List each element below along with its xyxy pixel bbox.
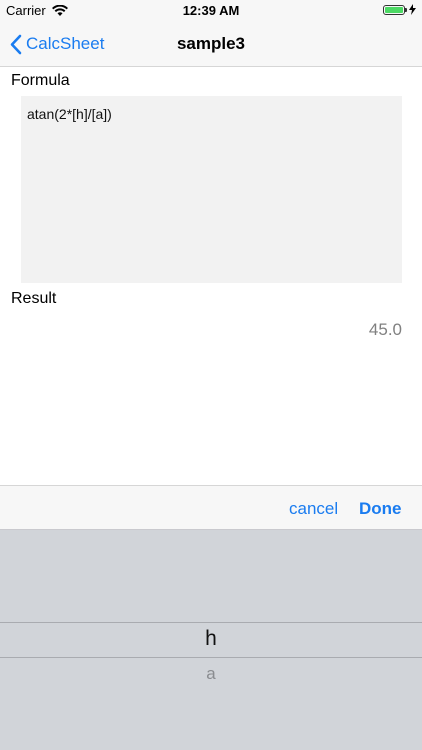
picker-toolbar: cancel Done bbox=[0, 485, 422, 530]
formula-text: atan(2*[h]/[a]) bbox=[27, 106, 112, 122]
battery-tip bbox=[405, 7, 407, 12]
variable-picker[interactable]: h a bbox=[0, 530, 422, 750]
picker-selection-bottom-line bbox=[0, 657, 422, 658]
picker-selection-top-line bbox=[0, 622, 422, 623]
result-label: Result bbox=[11, 290, 57, 307]
status-time: 12:39 AM bbox=[182, 3, 240, 18]
charging-icon bbox=[409, 4, 416, 15]
page-title: sample3 bbox=[176, 34, 246, 53]
picker-item[interactable]: a bbox=[0, 664, 422, 684]
battery-icon bbox=[383, 4, 407, 15]
done-button[interactable]: Done bbox=[359, 499, 402, 519]
battery-fill bbox=[385, 6, 403, 13]
picker-item-selected[interactable]: h bbox=[0, 627, 422, 651]
status-bar: Carrier 12:39 AM bbox=[0, 0, 422, 22]
formula-text-area[interactable]: atan(2*[h]/[a]) bbox=[21, 96, 402, 283]
formula-label: Formula bbox=[11, 72, 70, 89]
status-right bbox=[383, 4, 416, 15]
navigation-bar: CalcSheet sample3 bbox=[0, 22, 422, 67]
result-value: 45.0 bbox=[368, 320, 402, 339]
cancel-button[interactable]: cancel bbox=[289, 499, 338, 519]
